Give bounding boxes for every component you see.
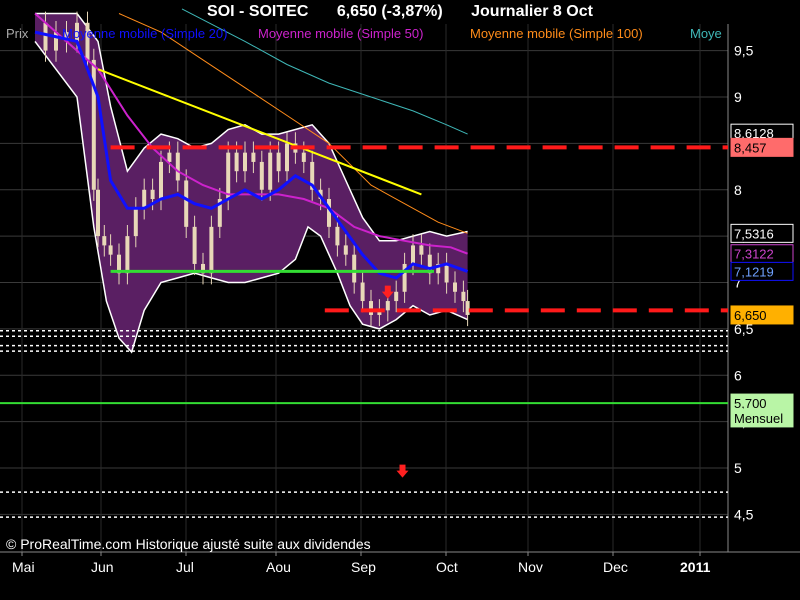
y-tick-label: 8 xyxy=(734,182,742,198)
price-candle xyxy=(175,152,180,181)
price-tag-label: 7,3122 xyxy=(734,247,774,262)
price-candle xyxy=(444,263,449,283)
y-tick-label: 9 xyxy=(734,89,742,105)
footer-copyright: © ProRealTime.com Historique ajusté suit… xyxy=(6,536,371,552)
y-tick-label: 9,5 xyxy=(734,43,754,59)
price-candle xyxy=(411,245,415,264)
x-tick-label: Sep xyxy=(351,559,376,575)
price-candle xyxy=(335,226,340,246)
price-candle xyxy=(226,152,231,200)
price-candle xyxy=(167,152,172,162)
price-candle xyxy=(419,245,424,255)
price-candle xyxy=(96,189,100,237)
price-candle xyxy=(209,226,214,274)
y-tick-label: 4,5 xyxy=(734,506,754,522)
price-candle xyxy=(102,236,107,246)
price-candle xyxy=(184,180,189,227)
price-candle xyxy=(465,301,470,315)
price-candle xyxy=(43,22,48,51)
price-candle xyxy=(142,189,147,209)
price-candle xyxy=(301,152,306,162)
x-tick-label: Mai xyxy=(12,559,35,575)
legend-ma50: Moyenne mobile (Simple 50) xyxy=(258,26,423,41)
price-candle xyxy=(243,152,247,172)
y-tick-label: 5 xyxy=(734,460,742,476)
legend-ma20: Moyenne mobile (Simple 20) xyxy=(62,26,227,41)
price-tag-label: 7,1219 xyxy=(734,264,774,279)
legend-ma100: Moyenne mobile (Simple 100) xyxy=(470,26,643,41)
price-tag-label: Mensuel xyxy=(734,411,783,426)
price-candle xyxy=(108,245,113,255)
price-candle xyxy=(259,161,264,190)
price-tag-label: 6,650 xyxy=(734,308,767,323)
price-candle xyxy=(461,291,466,302)
x-tick-label: Dec xyxy=(603,559,628,575)
price-candle xyxy=(352,254,357,283)
price-candle xyxy=(268,152,273,190)
price-candle xyxy=(133,208,138,237)
price-chart[interactable]: 4,555,566,577,588,599,58,61288,4577,5316… xyxy=(0,0,800,600)
time-axis: Mai Jun Jul Aou Sep Oct Nov Dec 2011 xyxy=(12,552,711,575)
price-candle xyxy=(276,152,281,172)
price-candle xyxy=(251,152,256,162)
price-candle xyxy=(360,282,365,302)
price-tag-label: 7,5316 xyxy=(734,226,774,241)
price-candle xyxy=(385,301,390,311)
x-tick-label: Aou xyxy=(266,559,291,575)
price-candle xyxy=(234,152,239,172)
price-candle xyxy=(125,236,130,274)
y-tick-label: 6 xyxy=(734,367,742,383)
x-tick-label: Oct xyxy=(436,559,458,575)
price-candle xyxy=(285,143,289,172)
x-tick-label: Jun xyxy=(91,559,114,575)
legend-ma-extra: Moye xyxy=(690,26,722,41)
price-candle xyxy=(453,282,457,292)
price-tag-label: 8,457 xyxy=(734,140,767,155)
legend-prix: Prix xyxy=(6,26,29,41)
price-candle xyxy=(192,226,197,264)
x-tick-label: Jul xyxy=(176,559,194,575)
price-candle xyxy=(159,161,163,200)
price-candle xyxy=(394,291,399,302)
price-candle xyxy=(54,32,58,51)
legend: Prix Moyenne mobile (Simple 20) Moyenne … xyxy=(6,26,722,41)
x-tick-label: 2011 xyxy=(680,559,711,575)
price-candle xyxy=(343,245,348,255)
price-candle xyxy=(369,301,373,315)
price-axis: 4,555,566,577,588,599,58,61288,4577,5316… xyxy=(730,43,794,522)
price-candle xyxy=(327,199,331,227)
price-candle xyxy=(150,189,155,200)
x-tick-label: Nov xyxy=(518,559,543,575)
